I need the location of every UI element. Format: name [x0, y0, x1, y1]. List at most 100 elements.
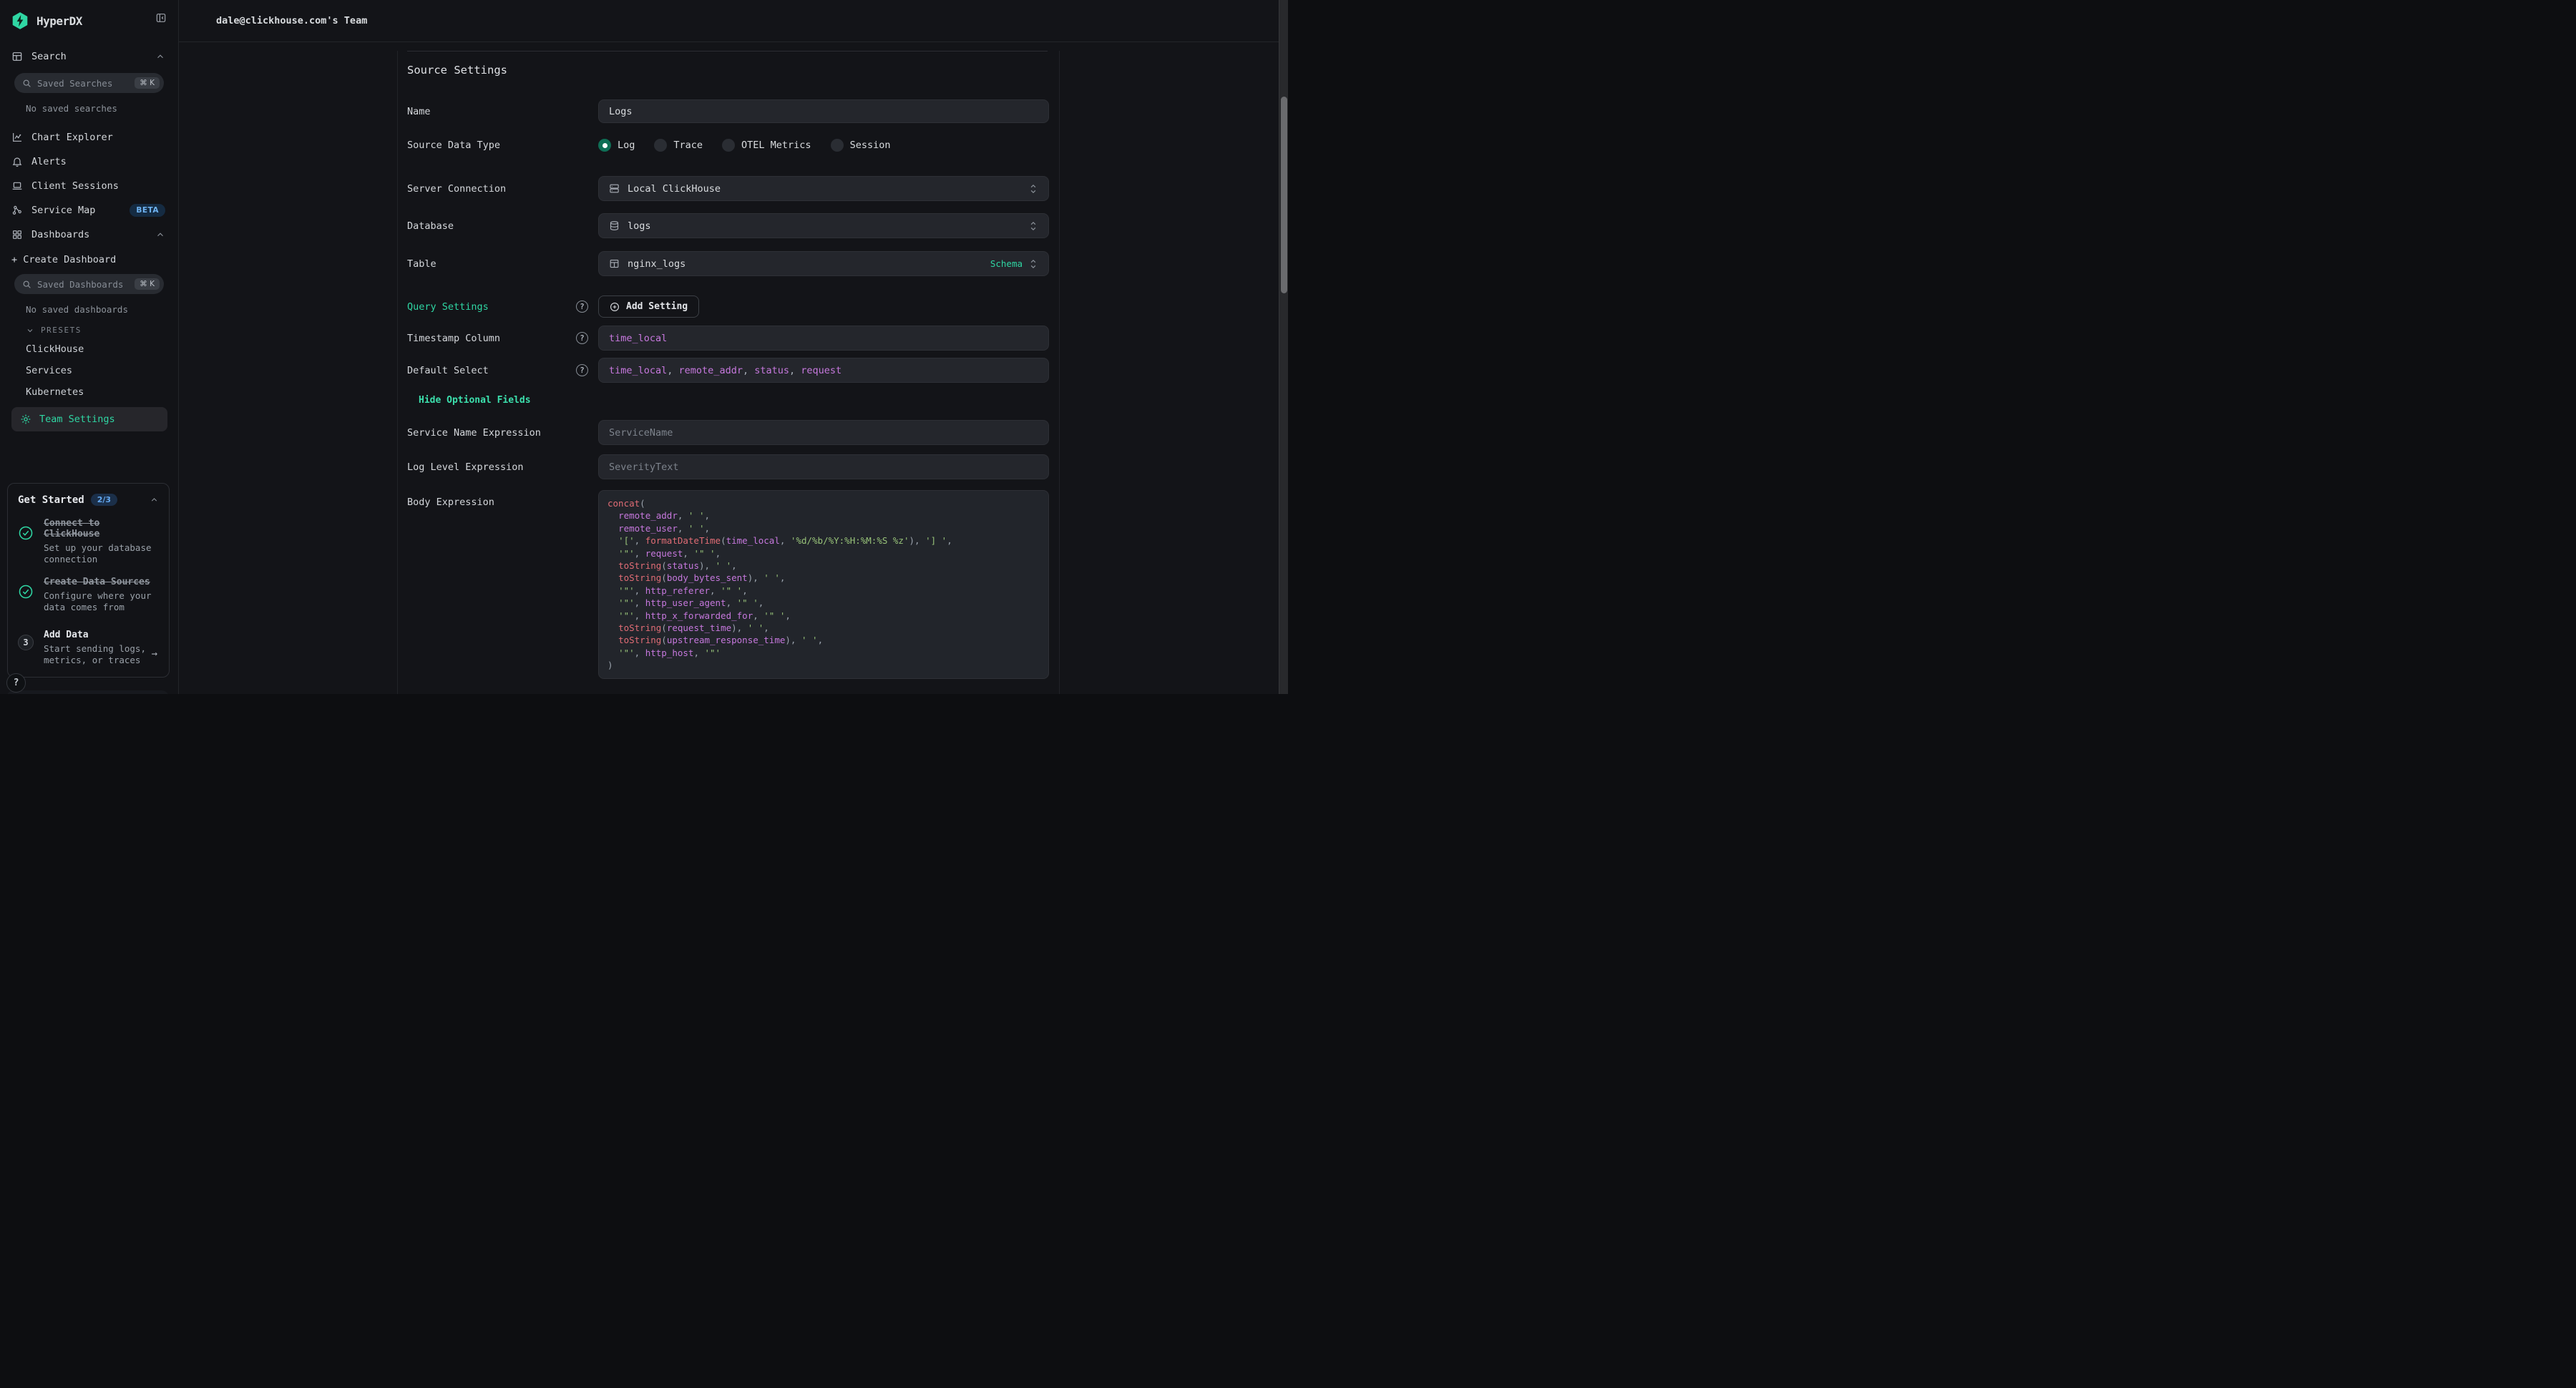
preset-item-services[interactable]: Services [26, 365, 178, 378]
step-description: Start sending logs, metrics, or traces [44, 643, 159, 665]
database-select[interactable]: logs [598, 213, 1049, 238]
table-icon [609, 258, 620, 269]
progress-badge: 2/3 [91, 494, 117, 506]
table-row: Table nginx_logs Schema [407, 251, 1048, 276]
no-saved-dashboards-text: No saved dashboards [26, 304, 178, 315]
radio-otel-metrics[interactable]: OTEL Metrics [722, 139, 811, 152]
help-circle-icon[interactable]: ? [576, 364, 588, 376]
radio-unselected-icon [831, 139, 844, 152]
shortcut-badge: ⌘ K [135, 77, 160, 89]
radio-unselected-icon [654, 139, 667, 152]
server-connection-select[interactable]: Local ClickHouse [598, 176, 1049, 201]
chevron-up-icon [150, 495, 159, 504]
radio-selected-icon [598, 139, 611, 152]
no-saved-searches-text: No saved searches [26, 103, 178, 114]
chevron-up-icon [155, 52, 165, 62]
query-settings-row: Query Settings ? Add Setting [407, 295, 1048, 318]
sidebar-item-search[interactable]: Search [0, 49, 178, 64]
schema-link[interactable]: Schema [990, 258, 1023, 269]
table-label: Table [407, 258, 436, 270]
search-section-icon [11, 51, 23, 62]
table-select[interactable]: nginx_logs Schema [598, 251, 1049, 276]
get-started-card: Get Started 2/3 Connect to ClickHouse Se… [7, 483, 170, 678]
sidebar-item-chart-explorer[interactable]: Chart Explorer [0, 129, 178, 145]
search-icon [22, 280, 31, 289]
radio-trace[interactable]: Trace [654, 139, 703, 152]
sidebar-item-team-settings[interactable]: Team Settings [11, 407, 167, 431]
get-started-step-sources[interactable]: Create Data Sources Configure where your… [18, 577, 159, 612]
page-scrollbar[interactable] [1279, 0, 1288, 694]
radio-unselected-icon [722, 139, 735, 152]
saved-dashboards-input[interactable]: Saved Dashboards ⌘ K [14, 274, 164, 294]
create-dashboard-button[interactable]: + Create Dashboard [11, 254, 178, 265]
plus-circle-icon [610, 302, 620, 312]
laptop-icon [11, 180, 23, 192]
sidebar-item-label: Service Map [31, 205, 130, 216]
database-row: Database logs [407, 213, 1048, 238]
database-icon [609, 220, 620, 231]
preset-item-clickhouse[interactable]: ClickHouse [26, 343, 178, 356]
dashboards-grid-icon [11, 229, 23, 240]
log-level-label: Log Level Expression [407, 461, 524, 473]
server-connection-label: Server Connection [407, 183, 506, 195]
body-expression-editor[interactable]: concat( remote_addr, ' ', remote_user, '… [598, 490, 1049, 679]
source-data-type-radios: Log Trace OTEL Metrics Session [598, 139, 1049, 152]
service-name-input[interactable]: ServiceName [598, 420, 1049, 445]
sidebar-collapse-icon[interactable] [155, 12, 167, 24]
server-connection-row: Server Connection Local ClickHouse [407, 176, 1048, 201]
select-chevrons-icon [1028, 258, 1038, 270]
default-select-row: Default Select ? time_local, remote_addr… [407, 358, 1048, 383]
name-value: Logs [609, 106, 633, 117]
sidebar-item-label: Client Sessions [31, 180, 165, 192]
name-input[interactable]: Logs [598, 99, 1049, 123]
help-circle-icon[interactable]: ? [576, 332, 588, 344]
presets-label: PRESETS [41, 326, 82, 335]
main-header: dale@clickhouse.com's Team [179, 0, 1288, 42]
sidebar-item-label: Search [31, 51, 155, 62]
server-icon [609, 183, 620, 194]
select-chevrons-icon [1028, 220, 1038, 232]
sidebar-item-alerts[interactable]: Alerts [0, 154, 178, 170]
step-description: Set up your database connection [44, 542, 159, 565]
beta-badge: BETA [130, 204, 165, 217]
log-level-row: Log Level Expression SeverityText [407, 454, 1048, 479]
main-area: dale@clickhouse.com's Team Source Settin… [179, 0, 1288, 694]
default-select-label: Default Select [407, 365, 489, 376]
log-level-input[interactable]: SeverityText [598, 454, 1049, 479]
hyperdx-logo-icon [11, 11, 29, 30]
server-connection-value: Local ClickHouse [628, 183, 721, 195]
shortcut-badge: ⌘ K [135, 278, 160, 290]
sidebar-item-client-sessions[interactable]: Client Sessions [0, 178, 178, 194]
saved-searches-placeholder: Saved Searches [37, 78, 135, 89]
hide-optional-fields-link[interactable]: Hide Optional Fields [419, 395, 1048, 406]
default-select-value: time_local, remote_addr, status, request [609, 365, 841, 376]
sidebar-item-label: Team Settings [39, 414, 115, 425]
timestamp-column-input[interactable]: time_local [598, 326, 1049, 351]
radio-log[interactable]: Log [598, 139, 635, 152]
arrow-right-icon: → [152, 648, 157, 660]
help-button[interactable]: ? [6, 673, 26, 693]
sidebar-item-service-map[interactable]: Service Map BETA [0, 202, 178, 218]
sidebar-item-label: Chart Explorer [31, 132, 165, 143]
radio-session[interactable]: Session [831, 139, 891, 152]
body-expression-row: Body Expression concat( remote_addr, ' '… [407, 490, 1048, 679]
sidebar-item-dashboards[interactable]: Dashboards [0, 227, 178, 243]
chevron-up-icon [155, 230, 165, 240]
add-setting-button[interactable]: Add Setting [598, 295, 699, 318]
sidebar-header: HyperDX [0, 0, 178, 33]
saved-searches-input[interactable]: Saved Searches ⌘ K [14, 73, 164, 93]
database-value: logs [628, 220, 651, 232]
preset-item-kubernetes[interactable]: Kubernetes [26, 386, 178, 399]
team-title: dale@clickhouse.com's Team [216, 15, 367, 26]
step-title: Add Data [44, 630, 159, 640]
default-select-input[interactable]: time_local, remote_addr, status, request [598, 358, 1049, 383]
source-data-type-row: Source Data Type Log Trace OTEL Metrics [407, 139, 1048, 152]
get-started-header[interactable]: Get Started 2/3 [18, 494, 159, 506]
search-icon [22, 79, 31, 88]
presets-header[interactable]: PRESETS [26, 326, 178, 335]
get-started-step-connect[interactable]: Connect to ClickHouse Set up your databa… [18, 518, 159, 565]
get-started-step-add-data[interactable]: 3 Add Data Start sending logs, metrics, … [18, 630, 159, 665]
name-row: Name Logs [407, 99, 1048, 123]
scrollbar-thumb[interactable] [1281, 97, 1287, 293]
help-circle-icon[interactable]: ? [576, 300, 588, 313]
